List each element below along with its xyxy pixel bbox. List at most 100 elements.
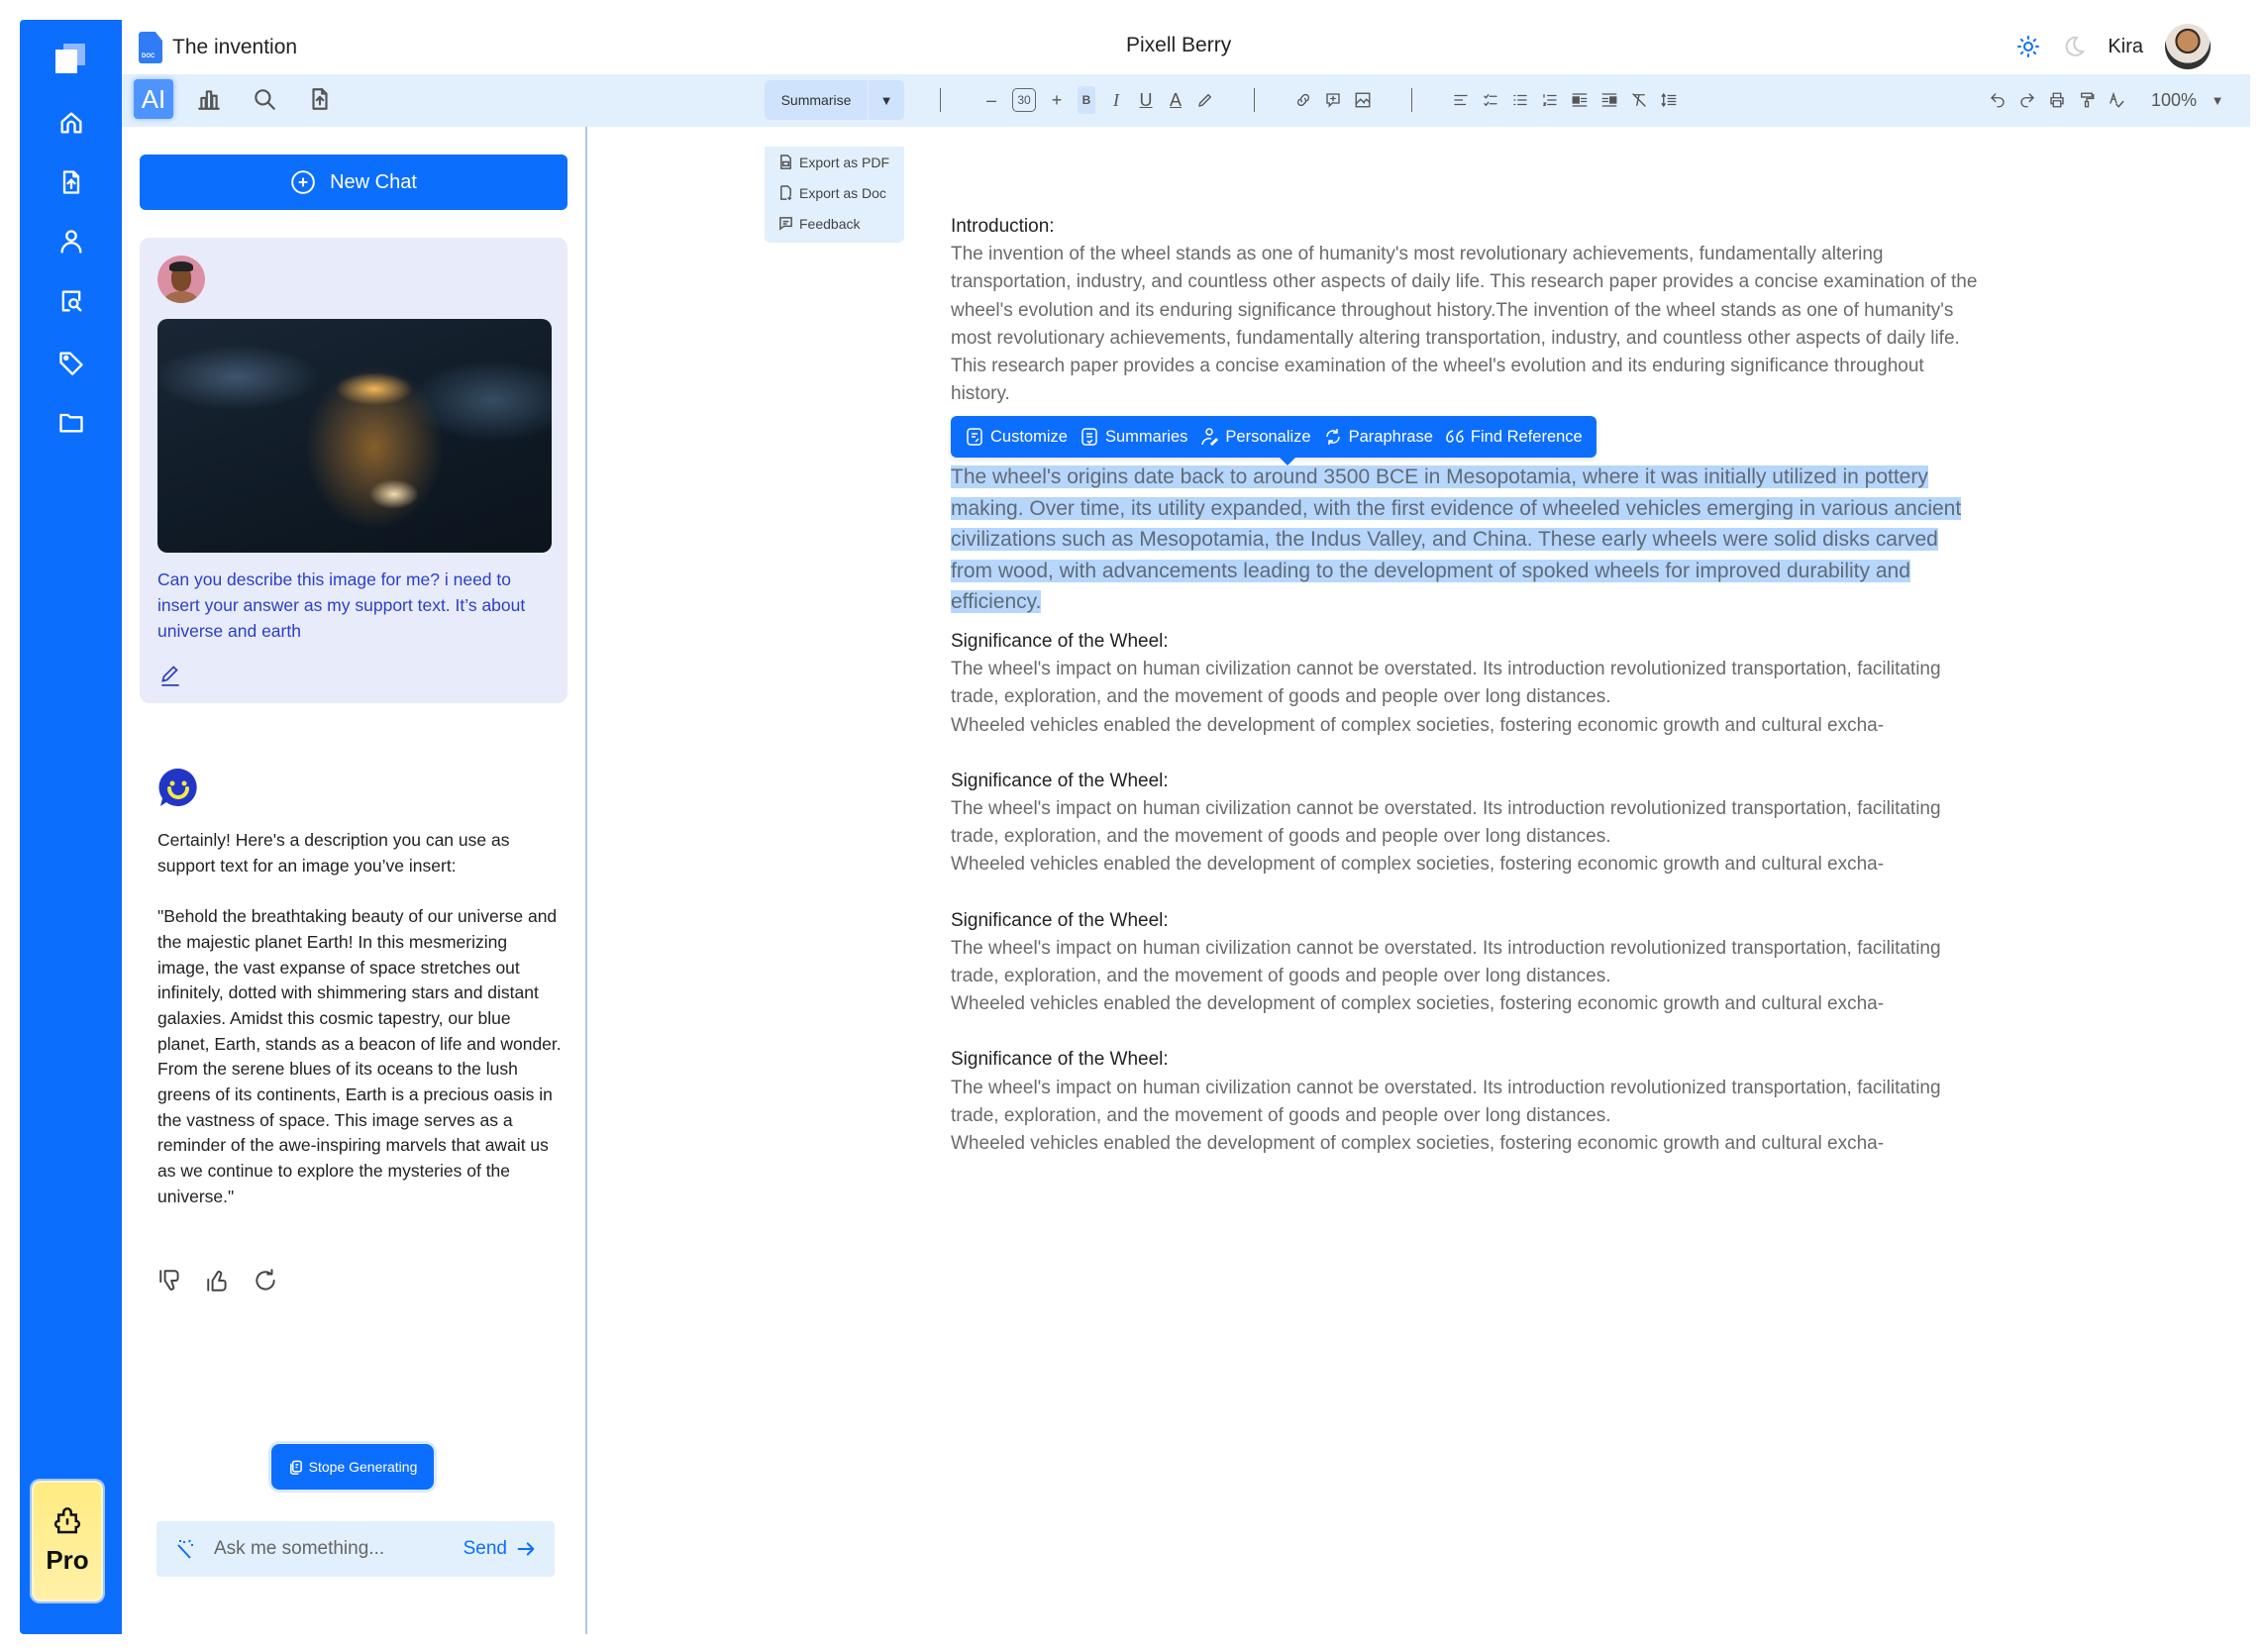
section-paragraph: Wheeled vehicles enabled the development… [951, 1132, 1885, 1154]
zoom-level[interactable]: 100% [2151, 86, 2197, 114]
font-size-increase-button[interactable]: + [1048, 86, 1066, 114]
stop-generating-button[interactable]: Stope Generating [271, 1444, 434, 1490]
menu-item-label: Feedback [799, 215, 861, 232]
caret-down-icon[interactable]: ▼ [869, 80, 904, 120]
ai-action-personalize[interactable]: Personalize [1199, 423, 1311, 451]
bullet-list-button[interactable] [1511, 86, 1529, 114]
image-icon [1355, 92, 1371, 108]
divider [1411, 88, 1412, 112]
pdf-icon [780, 155, 791, 169]
underline-button[interactable]: U [1137, 86, 1155, 114]
link-button[interactable] [1294, 86, 1312, 114]
print-icon [2050, 92, 2064, 108]
divider [1254, 88, 1255, 112]
nav-search-docs[interactable] [55, 285, 87, 317]
spellcheck-icon [2110, 91, 2124, 108]
italic-button[interactable]: I [1107, 86, 1125, 114]
section-heading: Significance of the Wheel: [951, 1049, 1169, 1071]
header-right: Kira [2016, 24, 2211, 69]
like-button[interactable] [205, 1268, 231, 1293]
tab-analytics[interactable] [189, 79, 229, 119]
paraphrase-icon [1325, 429, 1340, 446]
nav-upload[interactable] [55, 166, 87, 198]
doc-file-icon: DOC [139, 32, 162, 63]
send-button[interactable]: Send [464, 1538, 537, 1560]
document-title[interactable]: DOC The invention [139, 30, 297, 65]
doc-icon [780, 185, 792, 200]
indent-right-button[interactable] [1600, 86, 1618, 114]
arrow-right-icon [517, 1542, 535, 1556]
quote-icon [1446, 430, 1464, 444]
section-paragraph: The invention of the wheel stands as one… [951, 244, 1978, 405]
edit-message-button[interactable] [157, 662, 183, 687]
chat-input-bar: Send [156, 1521, 555, 1577]
redo-icon [2020, 93, 2034, 108]
mode-dropdown-menu: Export as PDF Export as Doc Feedback [765, 147, 904, 243]
send-label: Send [463, 1538, 507, 1559]
tab-search[interactable] [245, 79, 284, 119]
nav-folder[interactable] [55, 406, 87, 438]
undo-button[interactable] [1989, 86, 2007, 114]
line-spacing-button[interactable] [1660, 86, 1678, 114]
sun-icon[interactable] [2016, 35, 2040, 58]
bold-button[interactable]: B [1078, 86, 1095, 114]
text-color-button[interactable]: A [1167, 86, 1184, 114]
new-chat-button[interactable]: New Chat [140, 155, 567, 210]
app-window: Pro DOC The invention Pixell Berry Kira … [20, 20, 2250, 1634]
selected-text[interactable]: The wheel's origins date back to around … [951, 465, 1962, 614]
tab-upload[interactable] [300, 79, 340, 119]
spellcheck-button[interactable] [2108, 86, 2125, 114]
pro-upgrade-button[interactable]: Pro [32, 1481, 103, 1601]
clear-format-button[interactable] [1630, 86, 1648, 114]
doc-section: Significance of the Wheel: The wheel's i… [951, 907, 1981, 1019]
user-avatar[interactable] [2165, 24, 2211, 69]
attached-earth-image[interactable] [157, 319, 552, 553]
paint-roller-icon [2081, 92, 2095, 108]
panel-tabs: AI [134, 79, 340, 119]
paint-format-button[interactable] [2078, 86, 2096, 114]
stop-generating-label: Stope Generating [308, 1459, 418, 1475]
ai-action-customize[interactable]: Customize [965, 423, 1068, 451]
thumbs-down-icon [159, 1270, 179, 1291]
bot-message-text: Certainly! Here's a description you can … [157, 828, 564, 1210]
link-icon [1296, 93, 1310, 107]
ai-action-find-reference[interactable]: Find Reference [1445, 423, 1583, 451]
nav-home[interactable] [55, 107, 87, 139]
pen-icon [1198, 93, 1212, 107]
print-button[interactable] [2048, 86, 2066, 114]
menu-export-pdf[interactable]: Export as PDF [765, 147, 904, 177]
doc-section: Significance of the Wheel: The wheel's i… [951, 768, 1981, 879]
toolbar: AI Summarise ▼ – 30 + B I U A 100% ▼ [122, 74, 2250, 127]
ai-action-summaries[interactable]: Summaries [1080, 423, 1187, 451]
image-button[interactable] [1354, 86, 1372, 114]
font-size-decrease-button[interactable]: – [982, 86, 1000, 114]
menu-feedback[interactable]: Feedback [765, 208, 904, 239]
indent-left-button[interactable] [1571, 86, 1589, 114]
mode-dropdown[interactable]: Summarise ▼ [765, 80, 904, 120]
feedback-icon [779, 217, 792, 231]
moon-icon[interactable] [2062, 35, 2086, 58]
tab-ai[interactable]: AI [134, 79, 173, 119]
comment-button[interactable] [1324, 86, 1342, 114]
ai-action-paraphrase[interactable]: Paraphrase [1323, 423, 1433, 451]
ai-action-label: Paraphrase [1348, 428, 1433, 447]
nav-tags[interactable] [55, 347, 87, 378]
regenerate-button[interactable] [253, 1268, 278, 1293]
nav-profile[interactable] [55, 226, 87, 258]
selected-paragraph-wrap: The wheel's origins date back to around … [951, 462, 1981, 618]
dislike-button[interactable] [157, 1268, 183, 1293]
document-body[interactable]: Introduction: The invention of the wheel… [951, 213, 1981, 1186]
menu-export-doc[interactable]: Export as Doc [765, 177, 904, 208]
align-left-button[interactable] [1452, 86, 1470, 114]
redo-button[interactable] [2018, 86, 2036, 114]
chat-input[interactable] [214, 1538, 464, 1560]
highlight-button[interactable] [1196, 86, 1214, 114]
checklist-button[interactable] [1482, 86, 1499, 114]
refresh-icon [256, 1269, 275, 1291]
font-size-field[interactable]: 30 [1012, 88, 1036, 112]
numbered-list-button[interactable] [1541, 86, 1559, 114]
format-group-text: – 30 + B I U A [940, 80, 1678, 120]
section-heading: Significance of the Wheel: [951, 770, 1169, 791]
user-message-text: Can you describe this image for me? i ne… [157, 569, 526, 641]
zoom-caret-icon[interactable]: ▼ [2209, 86, 2226, 114]
